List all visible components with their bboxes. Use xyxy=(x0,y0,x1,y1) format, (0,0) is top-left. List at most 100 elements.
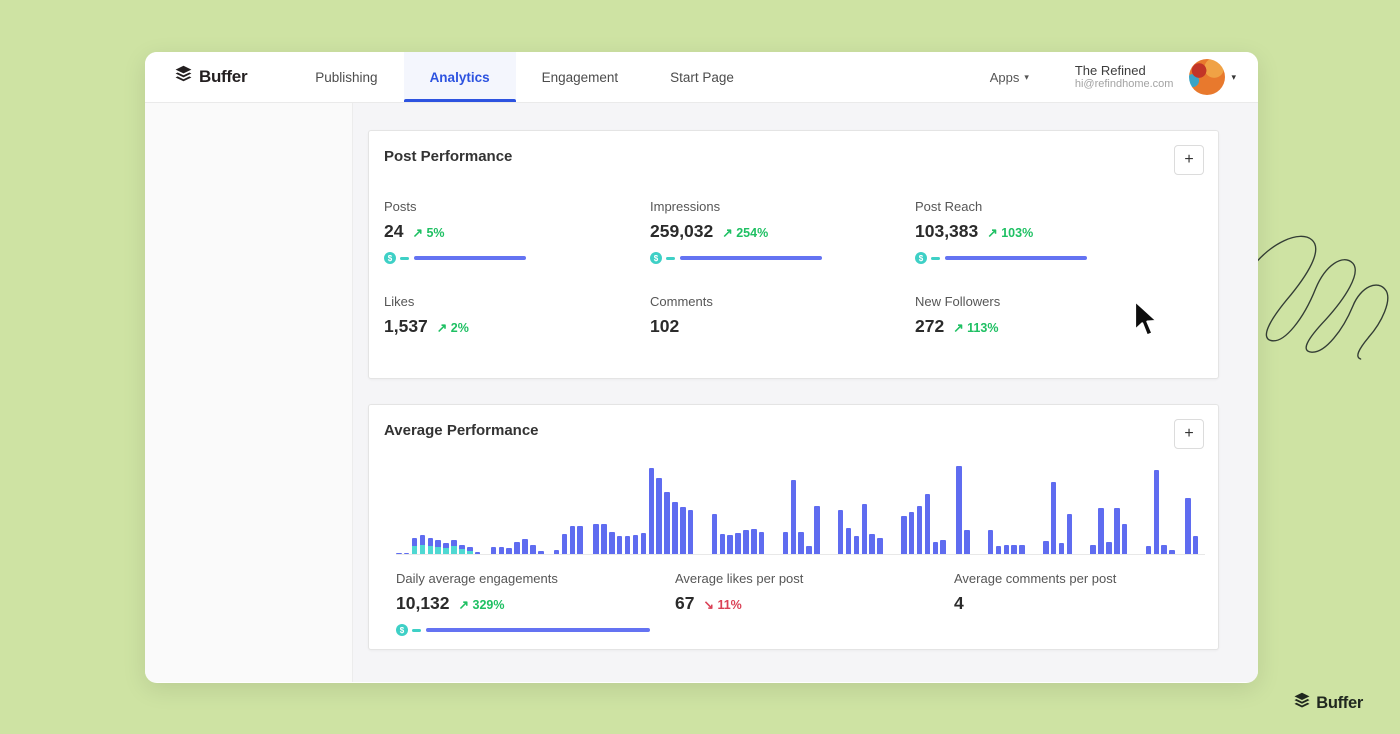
chart-bar xyxy=(546,463,552,554)
delta-value: 11% xyxy=(717,598,741,612)
chart-bar xyxy=(925,463,931,554)
tab-start-page[interactable]: Start Page xyxy=(644,52,760,102)
metric-delta: ↘ 11% xyxy=(703,597,741,612)
nav-right: Apps ▾ The Refined hi@refindhome.com ▾ xyxy=(990,52,1258,102)
metric-value: 259,032 xyxy=(650,221,713,242)
chart-bar xyxy=(1122,463,1128,554)
chart-bar xyxy=(688,463,694,554)
chart-bar xyxy=(412,463,418,554)
metric-value: 102 xyxy=(650,316,679,337)
metric-label: New Followers xyxy=(915,294,1203,309)
chart-bar xyxy=(562,463,568,554)
trend-up-icon: ↗ xyxy=(437,321,447,335)
chart-bar xyxy=(720,463,726,554)
coin-icon: $ xyxy=(396,624,408,636)
trend-up-icon: ↗ xyxy=(412,226,422,240)
apps-label: Apps xyxy=(990,70,1020,85)
metric-delta: ↗ 113% xyxy=(953,320,998,335)
chart-bar xyxy=(988,463,994,554)
chart-bar xyxy=(585,463,591,554)
chart-bar xyxy=(483,463,489,554)
chart-bar xyxy=(506,463,512,554)
account-info: The Refined hi@refindhome.com xyxy=(1075,63,1174,91)
chart-bar xyxy=(704,463,710,554)
chart-bar xyxy=(1075,463,1081,554)
chart-bar xyxy=(522,463,528,554)
metric-comparison-bar: $ xyxy=(396,624,675,636)
metric-average-comments-per-post: Average comments per post4 xyxy=(954,571,1203,636)
add-metric-button[interactable]: + xyxy=(1174,145,1204,175)
delta-value: 5% xyxy=(426,226,444,240)
chart-bar xyxy=(593,463,599,554)
delta-value: 103% xyxy=(1001,226,1033,240)
chart-bar xyxy=(633,463,639,554)
metric-post-reach: Post Reach 103,383 ↗ 103% $ xyxy=(915,199,1203,264)
chart-bar xyxy=(1154,463,1160,554)
chart-bar xyxy=(1051,463,1057,554)
coin-icon: $ xyxy=(915,252,927,264)
chart-bar xyxy=(664,463,670,554)
metric-delta: ↗ 103% xyxy=(987,225,1033,240)
chart-bar xyxy=(475,463,481,554)
buffer-stack-icon xyxy=(1293,691,1311,716)
buffer-logo[interactable]: Buffer xyxy=(145,52,247,102)
tab-engagement[interactable]: Engagement xyxy=(516,52,645,102)
chart-bar xyxy=(743,463,749,554)
engagement-bar-chart xyxy=(396,463,1205,555)
average-performance-metrics: Daily average engagements10,132↗ 329%$Av… xyxy=(369,571,1218,636)
chart-bar xyxy=(530,463,536,554)
metric-comments: Comments102 xyxy=(650,294,915,337)
chart-bar xyxy=(806,463,812,554)
chart-bar xyxy=(514,463,520,554)
metric-impressions: Impressions259,032↗ 254%$ xyxy=(650,199,915,264)
metric-new-followers: New Followers272↗ 113% xyxy=(915,294,1203,337)
post-performance-metrics: Posts24↗ 5%$Impressions259,032↗ 254%$Pos… xyxy=(369,199,1218,337)
nav-tabs: PublishingAnalyticsEngagementStart Page xyxy=(289,52,760,102)
chart-bar xyxy=(1146,463,1152,554)
chart-bar xyxy=(814,463,820,554)
trend-down-icon: ↘ xyxy=(703,598,713,612)
avatar-chevron-down-icon[interactable]: ▾ xyxy=(1231,72,1236,83)
chart-bar xyxy=(956,463,962,554)
apps-menu[interactable]: Apps ▾ xyxy=(990,70,1029,85)
metric-value: 1,537 xyxy=(384,316,428,337)
chart-bar xyxy=(601,463,607,554)
chart-bar xyxy=(577,463,583,554)
metric-delta: ↗ 2% xyxy=(437,320,469,335)
footer-brand-name: Buffer xyxy=(1316,694,1363,713)
chart-bar xyxy=(783,463,789,554)
teal-segment xyxy=(412,629,421,632)
add-metric-button[interactable]: + xyxy=(1174,419,1204,449)
chart-bar xyxy=(1027,463,1033,554)
avatar[interactable] xyxy=(1189,59,1225,95)
metric-delta: ↗ 329% xyxy=(459,597,505,612)
coin-icon: $ xyxy=(650,252,662,264)
chart-bar xyxy=(641,463,647,554)
metric-label: Average likes per post xyxy=(675,571,954,586)
chart-bar xyxy=(1114,463,1120,554)
chart-bar xyxy=(617,463,623,554)
chart-bar xyxy=(767,463,773,554)
chart-bar xyxy=(885,463,891,554)
chart-bar xyxy=(1082,463,1088,554)
delta-value: 2% xyxy=(451,321,469,335)
metric-daily-average-engagements: Daily average engagements10,132↗ 329%$ xyxy=(396,571,675,636)
buffer-stack-icon xyxy=(174,64,193,90)
tab-publishing[interactable]: Publishing xyxy=(289,52,403,102)
chart-bar xyxy=(972,463,978,554)
chart-bar xyxy=(625,463,631,554)
blue-segment xyxy=(414,256,526,260)
chart-bar xyxy=(459,463,465,554)
tab-analytics[interactable]: Analytics xyxy=(404,52,516,102)
metric-label: Post Reach xyxy=(915,199,1203,214)
chart-bar xyxy=(1106,463,1112,554)
teal-segment xyxy=(400,257,409,260)
metric-value: 103,383 xyxy=(915,221,978,242)
average-performance-title: Average Performance xyxy=(384,422,539,439)
chart-bar xyxy=(1130,463,1136,554)
chart-bar xyxy=(672,463,678,554)
chart-bar xyxy=(696,463,702,554)
chart-bar xyxy=(798,463,804,554)
chart-bar xyxy=(964,463,970,554)
chart-bar xyxy=(435,463,441,554)
